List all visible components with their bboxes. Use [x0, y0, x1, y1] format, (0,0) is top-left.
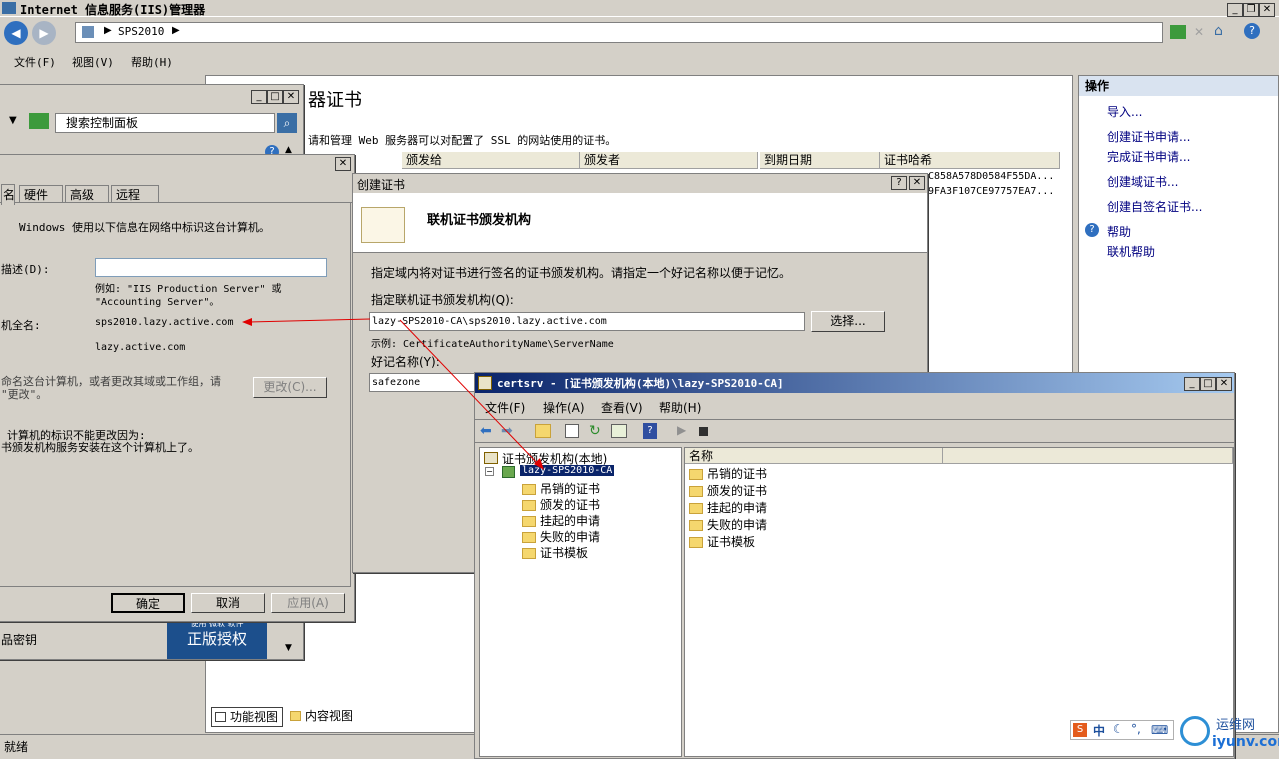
watermark-site-name: 运维网: [1216, 718, 1256, 733]
ime-toolbar: S 中 ☾ °, ⌨: [1070, 720, 1174, 740]
moon-icon[interactable]: ☾: [1113, 722, 1124, 736]
ime-mode[interactable]: 中: [1093, 722, 1105, 739]
arrow-line-fullname: [247, 318, 371, 323]
annotation-arrows: [242, 318, 544, 470]
arrow-line-ca: [399, 319, 541, 467]
ime-logo-icon[interactable]: S: [1073, 723, 1087, 737]
site-watermark: 运维网 iyunv.com: [1180, 712, 1279, 756]
watermark-logo-icon: [1180, 716, 1210, 746]
punctuation-icon[interactable]: °,: [1131, 722, 1141, 736]
watermark-site-url: iyunv.com: [1212, 734, 1279, 750]
arrow-head-ca: [534, 458, 544, 470]
keyboard-icon[interactable]: ⌨: [1151, 723, 1168, 737]
arrow-head-fullname: [242, 318, 252, 326]
